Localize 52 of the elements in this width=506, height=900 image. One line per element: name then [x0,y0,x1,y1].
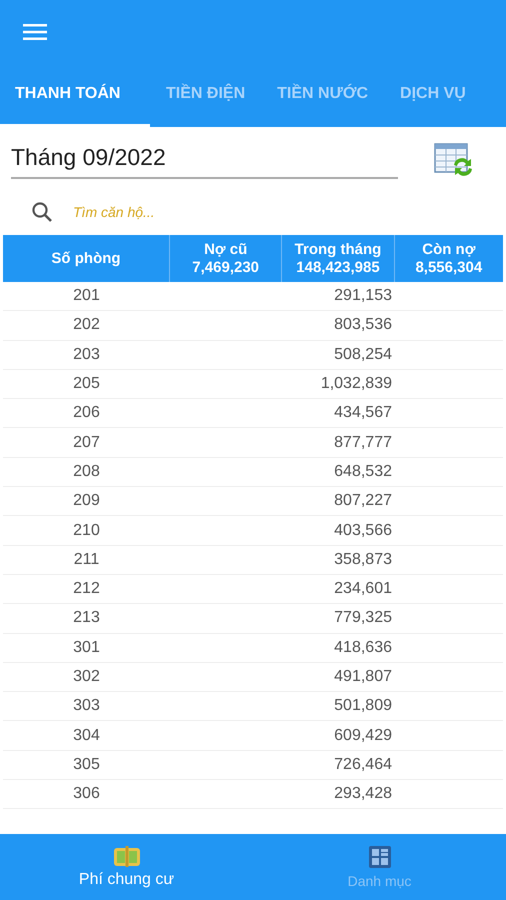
room-cell-text: 202 [72,315,101,336]
amount-cell-text: 648,532 [333,462,393,482]
column-header: Trong tháng 148,423,985 [281,235,394,282]
room-cell-text: 205 [72,374,101,394]
room-cell-text: 213 [72,608,101,628]
amount-cell-text: 491,807 [333,667,393,687]
room-cell-text: 201 [72,286,101,306]
amount-cell-text: 779,325 [333,608,393,628]
room-cell-text: 212 [72,579,101,600]
amount-cell-text: 358,873 [333,550,393,570]
room-cell-text: 206 [72,403,101,424]
column-header: Nợ cũ 7,469,230 [169,235,282,282]
room-cell-text: 211 [72,550,100,570]
book-icon [112,845,140,867]
nav-item[interactable]: Phí chung cư [0,834,253,900]
amount-cell-text: 501,809 [333,696,393,716]
room-cell-text: 209 [72,491,101,512]
amount-cell-text: 418,636 [333,638,393,658]
amount-cell-text: 434,567 [333,403,393,424]
tab[interactable]: DỊCH VỤ [384,63,482,127]
tab[interactable]: THANH TOÁN [0,63,150,127]
room-cell-text: 302 [72,667,101,687]
spreadsheet-refresh-icon[interactable] [434,143,474,179]
grid-icon [368,845,392,869]
room-cell-text: 304 [72,726,101,746]
room-cell-text: 306 [72,784,101,804]
amount-cell-text: 807,227 [333,491,393,512]
room-cell-text: 303 [72,696,101,716]
nav-item[interactable]: Danh mục [253,834,506,900]
room-cell-text: 301 [72,638,101,658]
amount-cell-text: 877,777 [333,432,393,453]
amount-cell-text: 403,566 [333,520,393,541]
room-cell-text: 203 [72,344,101,365]
room-cell-text: 210 [72,520,101,541]
room-cell-text: 207 [72,432,101,453]
amount-cell-text: 508,254 [333,344,393,365]
column-header: Số phòng [50,248,122,268]
month-field[interactable]: Tháng 09/2022 [11,144,398,178]
amount-cell-text: 726,464 [333,754,393,775]
tab[interactable]: TIỀN ĐIỆN [150,63,262,127]
amount-cell-text: 291,153 [333,286,393,306]
amount-cell-text: 803,536 [333,315,393,336]
search-icon [31,201,53,223]
menu-icon[interactable] [23,22,47,40]
amount-cell-text: 609,429 [333,726,393,746]
amount-cell-text: 234,601 [333,579,393,600]
tab[interactable]: TIỀN NƯỚC [261,63,384,127]
room-cell-text: 305 [72,754,101,775]
amount-cell-text: 293,428 [333,784,393,804]
room-cell-text: 208 [72,462,101,482]
column-header: Còn nợ 8,556,304 [394,235,503,282]
amount-cell-text: 1,032,839 [320,374,393,394]
